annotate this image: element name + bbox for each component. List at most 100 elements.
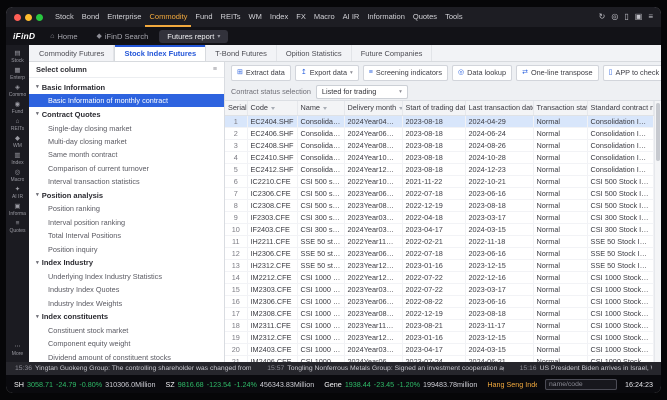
rail-item-ai-ir[interactable]: ✦ AI IR bbox=[6, 184, 29, 201]
rail-item-enterp[interactable]: ▦ Enterp bbox=[6, 65, 29, 82]
button-one-line-transpose[interactable]: ⇄ One-line transpose bbox=[516, 64, 599, 81]
maximize-window-button[interactable] bbox=[36, 13, 43, 21]
news-item[interactable]: 15:16 US President Biden arrives in Israe… bbox=[520, 365, 652, 372]
table-row[interactable]: 13IH2312.CFESSE 50 stock...2023Year12Mon… bbox=[225, 259, 654, 272]
menu-information[interactable]: Information bbox=[363, 7, 409, 27]
table-row[interactable]: 5EC2412.SHFConsolidation...2024Year12Mon… bbox=[225, 163, 654, 176]
tab-opition-statistics[interactable]: Opition Statistics bbox=[277, 45, 352, 61]
menu-reits[interactable]: REITs bbox=[217, 7, 245, 27]
table-row[interactable]: 16 IM2306.CFE CSI 1000 sto... 2023Year06Mon… bbox=[225, 295, 654, 308]
table-row[interactable]: 7 IC2306.CFE CSI 500 stoc... 2023Year06Mont… bbox=[225, 187, 654, 200]
tab-home[interactable]: ⌂ Home bbox=[42, 30, 85, 43]
tab-futures-report[interactable]: Futures report ▾ bbox=[159, 29, 229, 43]
tab-stock-index-futures[interactable]: Stock Index Futures bbox=[114, 45, 207, 61]
tree-section-index-constituents[interactable]: ▾ Index constituents bbox=[29, 310, 224, 324]
menu-wm[interactable]: WM bbox=[245, 7, 266, 27]
index-hang-seng[interactable]: Hang Seng Index17732.520-0.23% bbox=[487, 380, 537, 389]
button-app-to-check-data[interactable]: ▯APP to check data bbox=[602, 64, 661, 81]
tree-item-comparison-of-current-turnover[interactable]: Comparison of current turnover bbox=[29, 162, 224, 175]
menu-bond[interactable]: Bond bbox=[78, 7, 104, 27]
rail-item-reits[interactable]: ⌂ REITs bbox=[6, 116, 29, 133]
index-sz[interactable]: SZ 9816.68 -123.54 -1.24% 456343.83Million bbox=[166, 380, 315, 389]
column-header-start-of-trading-date[interactable]: Start of trading date bbox=[402, 101, 466, 116]
tree-item-component-equity-weight[interactable]: Component equity weight bbox=[29, 337, 224, 350]
table-row[interactable]: 21 IM2406.CFE CSI 1000 sto... 2024Year06Mon… bbox=[225, 355, 654, 362]
table-row[interactable]: 1EC2404.SHFConsolidation...2024Year04Mon… bbox=[225, 115, 654, 128]
column-header-standard-contract-n[interactable]: Standard contract n... bbox=[587, 101, 654, 116]
button-screening-indicators[interactable]: ≡ Screening indicators bbox=[362, 64, 448, 81]
close-window-button[interactable] bbox=[14, 13, 21, 21]
user-icon[interactable]: ◎ bbox=[611, 7, 618, 27]
tab-commodity-futures[interactable]: Commodity Futures bbox=[30, 45, 115, 61]
table-row[interactable]: 19 IM2312.CFE CSI 1000 sto... 2023Year12Mon… bbox=[225, 331, 654, 344]
tab-ifind-search[interactable]: ◆ iFinD Search bbox=[89, 30, 157, 43]
column-header-code[interactable]: Code bbox=[247, 101, 298, 116]
index-gene[interactable]: Gene 1938.44 -23.45 -1.20% 199483.78million bbox=[324, 380, 477, 389]
table-scrollbar[interactable] bbox=[654, 101, 661, 362]
tree-item-underlying-index-industry-statistics[interactable]: Underlying Index Industry Statistics bbox=[29, 270, 224, 283]
refresh-icon[interactable]: ↻ bbox=[599, 7, 606, 27]
menu-quotes[interactable]: Quotes bbox=[409, 7, 441, 27]
tree-item-constituent-stock-market[interactable]: Constituent stock market bbox=[29, 324, 224, 337]
menu-macro[interactable]: Macro bbox=[310, 7, 339, 27]
rail-item-index[interactable]: ▥ Index bbox=[6, 150, 29, 167]
minimize-window-button[interactable] bbox=[25, 13, 32, 21]
table-row[interactable]: 20 IM2403.CFE CSI 1000 sto... 2024Year03Mon… bbox=[225, 343, 654, 356]
menu-stock[interactable]: Stock bbox=[51, 7, 78, 27]
table-row[interactable]: 12IH2306.CFESSE 50 stock...2023Year06Mon… bbox=[225, 247, 654, 260]
menu-icon[interactable]: ≡ bbox=[648, 7, 653, 27]
quote-search-input[interactable] bbox=[545, 378, 618, 390]
column-header-last-transaction-date[interactable]: Last transaction date bbox=[465, 101, 534, 116]
tree-item-interval-transaction-statistics[interactable]: Interval transaction statistics bbox=[29, 175, 224, 188]
tree-item-dividend-amount-of-constituent-stocks[interactable]: Dividend amount of constituent stocks bbox=[29, 351, 224, 362]
column-header-name[interactable]: Name bbox=[297, 101, 345, 116]
panel-settings-icon[interactable]: ≡ bbox=[213, 66, 217, 73]
table-row[interactable]: 17 IM2308.CFE CSI 1000 sto... 2023Year08Mon… bbox=[225, 307, 654, 320]
menu-tools[interactable]: Tools bbox=[441, 7, 467, 27]
table-row[interactable]: 10 IF2403.CFE CSI 300 stoc... 2024Year03Mon… bbox=[225, 223, 654, 236]
table-row[interactable]: 15 IM2303.CFE CSI 1000 sto... 2023Year03Mon… bbox=[225, 283, 654, 296]
tree-item-basic-information-of-monthly-contract[interactable]: Basic Information of monthly contract bbox=[29, 94, 224, 108]
button-export-data[interactable]: ↥ Export data ▾ bbox=[294, 64, 359, 81]
filter-icon[interactable] bbox=[322, 107, 327, 111]
table-row[interactable]: 9 IF2303.CFE CSI 300 stoc... 2023Year03Mont… bbox=[225, 211, 654, 224]
tree-section-position-analysis[interactable]: ▾ Position analysis bbox=[29, 188, 224, 202]
tree-item-multi-day-closing-market[interactable]: Multi-day closing market bbox=[29, 135, 224, 148]
table-row[interactable]: 6 IC2210.CFE CSI 500 stoc... 2022Year10Mont… bbox=[225, 175, 654, 188]
rail-item-macro[interactable]: ◎ Macro bbox=[6, 167, 29, 184]
tree-item-position-inquiry[interactable]: Position inquiry bbox=[29, 242, 224, 255]
table-row[interactable]: 14 IM2212.CFE CSI 1000 sto... 2022Year12Mon… bbox=[225, 271, 654, 284]
mobile-icon[interactable]: ▯ bbox=[624, 7, 628, 27]
table-row[interactable]: 8 IC2308.CFE CSI 500 stoc... 2023Year08Mont… bbox=[225, 199, 654, 212]
menu-enterprise[interactable]: Enterprise bbox=[103, 7, 145, 27]
tree-section-index-industry[interactable]: ▾ Index Industry bbox=[29, 256, 224, 270]
rail-item-commo[interactable]: ◈ Commo bbox=[6, 82, 29, 99]
tree-item-industry-index-quotes[interactable]: Industry Index Quotes bbox=[29, 283, 224, 296]
rail-item-fund[interactable]: ◉ Fund bbox=[6, 99, 29, 116]
tree-item-single-day-closing-market[interactable]: Single-day closing market bbox=[29, 121, 224, 134]
news-item[interactable]: 15:57 Tongling Nonferrous Metals Group: S… bbox=[267, 365, 503, 372]
table-row[interactable]: 4EC2410.SHFConsolidation...2024Year10Mon… bbox=[225, 151, 654, 164]
index-sh[interactable]: SH 3058.71 -24.79 -0.80% 310306.0Million bbox=[14, 380, 156, 389]
tree-item-position-ranking[interactable]: Position ranking bbox=[29, 202, 224, 215]
column-header-serial[interactable]: Serial... bbox=[225, 101, 248, 116]
menu-commodity[interactable]: Commodity bbox=[145, 7, 191, 27]
rail-item-stock[interactable]: ▤ Stock bbox=[6, 48, 29, 65]
table-row[interactable]: 18 IM2311.CFE CSI 1000 sto... 2023Year11Mon… bbox=[225, 319, 654, 332]
column-header-delivery-month[interactable]: Delivery month bbox=[344, 101, 403, 116]
table-row[interactable]: 3EC2408.SHFConsolidation...2024Year08Mon… bbox=[225, 139, 654, 152]
button-extract-data[interactable]: ⊞ Extract data bbox=[231, 64, 291, 81]
table-row[interactable]: 2EC2406.SHFConsolidation...2024Year06Mon… bbox=[225, 127, 654, 140]
menu-index[interactable]: Index bbox=[266, 7, 292, 27]
rail-item-informa[interactable]: ▣ Informa bbox=[6, 201, 29, 218]
table-row[interactable]: 11IH2211.CFESSE 50 stock...2022Year11Mon… bbox=[225, 235, 654, 248]
tree-item-total-interval-positions[interactable]: Total Interval Positions bbox=[29, 229, 224, 242]
rail-item-quotes[interactable]: ≡ Quotes bbox=[6, 218, 29, 235]
filter-icon[interactable] bbox=[270, 107, 275, 111]
tab-future-companies[interactable]: Future Companies bbox=[352, 45, 433, 61]
tree-item-industry-index-weights[interactable]: Industry Index Weights bbox=[29, 297, 224, 310]
column-header-transaction-status[interactable]: Transaction status bbox=[533, 101, 588, 116]
tree-item-interval-position-ranking[interactable]: Interval position ranking bbox=[29, 216, 224, 229]
contract-status-select[interactable]: Listed for trading ▾ bbox=[315, 84, 408, 99]
menu-fx[interactable]: FX bbox=[292, 7, 310, 27]
